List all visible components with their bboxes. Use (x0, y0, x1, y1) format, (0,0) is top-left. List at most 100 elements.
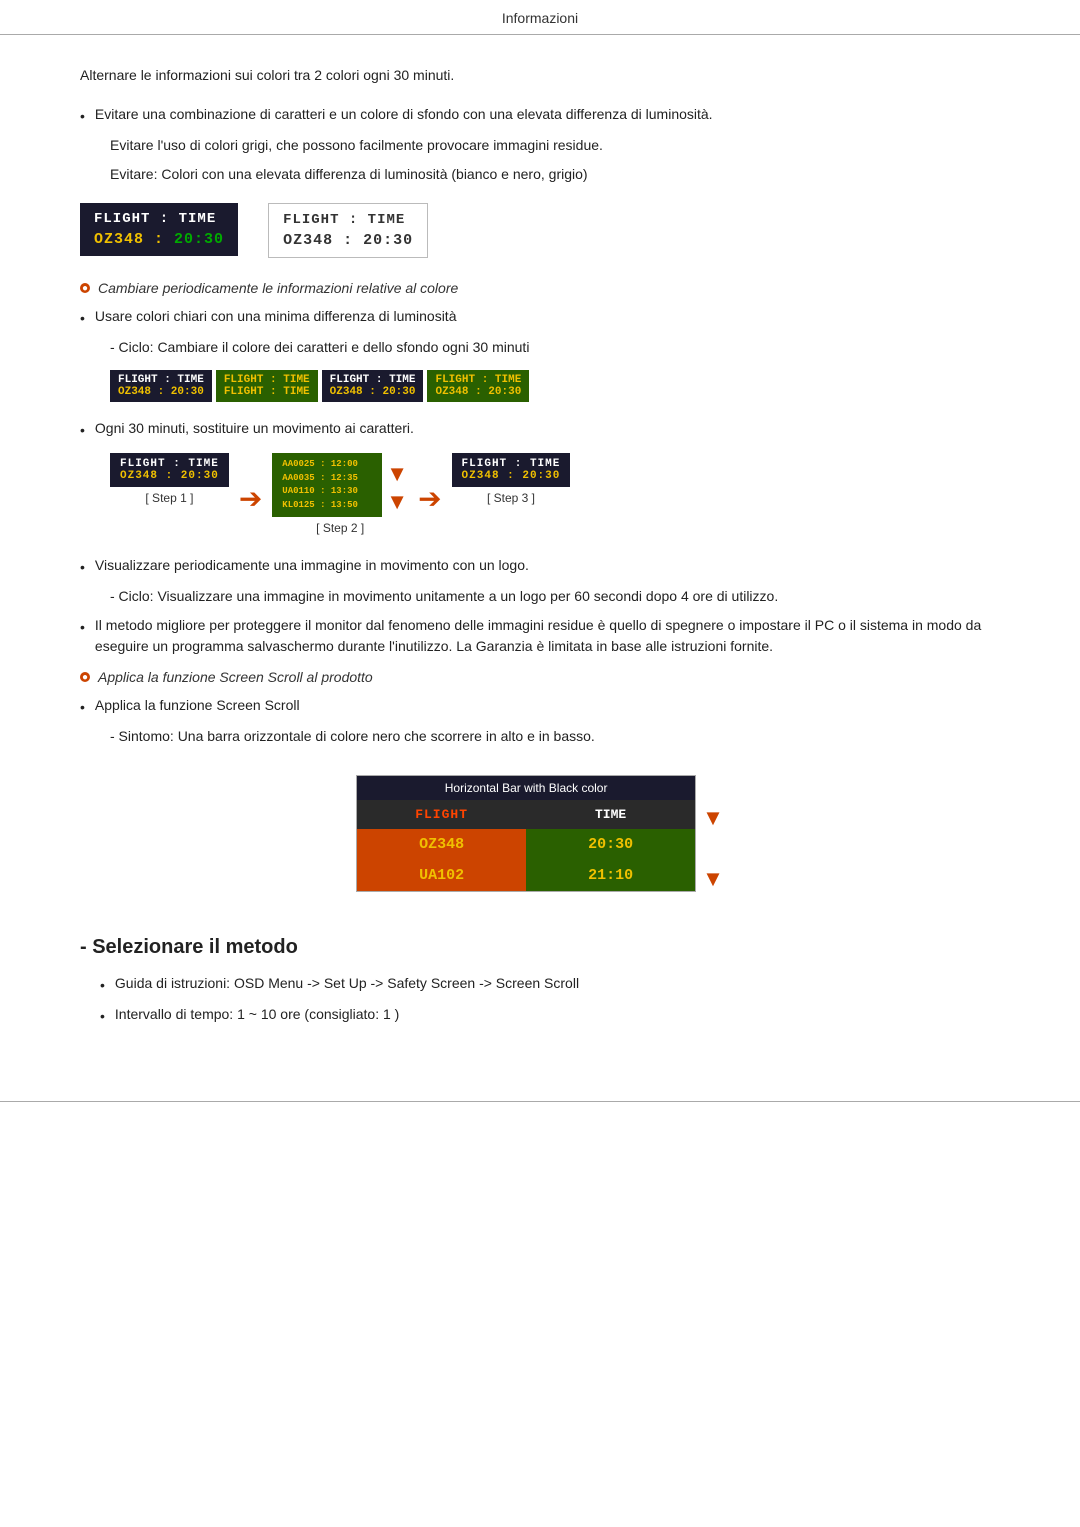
bullet-item-1: • Evitare una combinazione di caratteri … (80, 104, 1000, 127)
bullet-text-3: Ogni 30 minuti, sostituire un movimento … (95, 418, 414, 441)
bullet-item-6: • Applica la funzione Screen Scroll (80, 695, 1000, 718)
step1-label: [ Step 1 ] (145, 491, 193, 505)
bullet-text-4: Visualizzare periodicamente una immagine… (95, 555, 529, 578)
orange-circle-1: ● (80, 283, 90, 293)
method-section: - Selezionare il metodo • Guida di istru… (80, 936, 1000, 1027)
cycle-card-2: FLIGHT : TIME FLIGHT : TIME (216, 370, 318, 402)
step3-r2: OZ348 : 20:30 (462, 470, 561, 482)
two-cards-section: FLIGHT : TIME OZ348 : 20:30 FLIGHT : TIM… (80, 203, 1000, 258)
hbar-2110: 21:10 (526, 860, 695, 891)
cycle-indent-text: - Ciclo: Cambiare il colore dei caratter… (110, 337, 1000, 358)
cycle-card-3: FLIGHT : TIME OZ348 : 20:30 (322, 370, 424, 402)
method-dot-1: • (100, 975, 105, 996)
bullet-item-3: • Ogni 30 minuti, sostituire un moviment… (80, 418, 1000, 441)
cc3-row1: FLIGHT : TIME (330, 374, 416, 386)
cycle-card-4: FLIGHT : TIME OZ348 : 20:30 (427, 370, 529, 402)
hbar-header: Horizontal Bar with Black color (357, 776, 695, 800)
dark-card-time: 20:30 (174, 231, 224, 248)
light-card-row1: FLIGHT : TIME (283, 212, 413, 228)
bullet-dot-6: • (80, 697, 85, 718)
step2-r2: UA0110 : 13:30KL0125 : 13:50 (282, 485, 372, 512)
step3-card: FLIGHT : TIME OZ348 : 20:30 (452, 453, 571, 487)
page-content: Alternare le informazioni sui colori tra… (0, 35, 1080, 1081)
flight-card-light: FLIGHT : TIME OZ348 : 20:30 (268, 203, 428, 258)
step3-label: [ Step 3 ] (487, 491, 535, 505)
dark-card-row1: FLIGHT : TIME (94, 211, 224, 227)
down-arrow-2: ▼ (386, 491, 408, 513)
orange-bullet-text-1: Cambiare periodicamente le informazioni … (98, 280, 458, 296)
orange-bullet-section-1: ● Cambiare periodicamente le informazion… (80, 280, 1000, 296)
step1-card: FLIGHT : TIME OZ348 : 20:30 (110, 453, 229, 487)
hbar-label-row: FLIGHT TIME (357, 800, 695, 829)
cycle-cards-section: FLIGHT : TIME OZ348 : 20:30 FLIGHT : TIM… (110, 370, 1000, 402)
step3-r1: FLIGHT : TIME (462, 458, 561, 470)
bullet-text-6: Applica la funzione Screen Scroll (95, 695, 300, 718)
method-dot-2: • (100, 1006, 105, 1027)
indent-text-2: Evitare: Colori con una elevata differen… (110, 164, 1000, 185)
indent-text-6: - Sintomo: Una barra orizzontale di colo… (110, 726, 1000, 747)
flight-card-dark: FLIGHT : TIME OZ348 : 20:30 (80, 203, 238, 256)
dark-card-row2: OZ348 : 20:30 (94, 231, 224, 248)
bullet-dot-4: • (80, 557, 85, 578)
bullet-item-4: • Visualizzare periodicamente una immagi… (80, 555, 1000, 578)
hbar-wrapper: Horizontal Bar with Black color FLIGHT T… (356, 761, 724, 906)
dark-card-sep: : (154, 231, 174, 248)
steps-row: FLIGHT : TIME OZ348 : 20:30 [ Step 1 ] ➔… (110, 453, 1000, 535)
step2-r1: AA0025 : 12:00AA0035 : 12:35 (282, 458, 372, 485)
bullet-item-2: • Usare colori chiari con una minima dif… (80, 306, 1000, 329)
cc1-row2: OZ348 : 20:30 (118, 386, 204, 398)
hbar-header-text: Horizontal Bar with Black color (445, 781, 608, 795)
step-block-3: FLIGHT : TIME OZ348 : 20:30 [ Step 3 ] (452, 453, 571, 505)
bullet-text-2: Usare colori chiari con una minima diffe… (95, 306, 457, 329)
hbar-data-row-2: UA102 21:10 (357, 860, 695, 891)
step1-r2: OZ348 : 20:30 (120, 470, 219, 482)
hbar-arrow-1: ▼ (702, 807, 724, 829)
method-bullet-1: • Guida di istruzioni: OSD Menu -> Set U… (100, 973, 1000, 996)
hbar-oz348: OZ348 (357, 829, 526, 860)
bullet-dot-5: • (80, 617, 85, 657)
cc2-row2: FLIGHT : TIME (224, 386, 310, 398)
hbar-ua102: UA102 (357, 860, 526, 891)
step-block-2: AA0025 : 12:00AA0035 : 12:35 UA0110 : 13… (272, 453, 408, 535)
method-text-2: Intervallo di tempo: 1 ~ 10 ore (consigl… (115, 1004, 399, 1027)
cc3-row2: OZ348 : 20:30 (330, 386, 416, 398)
light-card-row2: OZ348 : 20:30 (283, 232, 413, 249)
step1-r1: FLIGHT : TIME (120, 458, 219, 470)
step2-label: [ Step 2 ] (316, 521, 364, 535)
cc2-row1: FLIGHT : TIME (224, 374, 310, 386)
cycle-card-1: FLIGHT : TIME OZ348 : 20:30 (110, 370, 212, 402)
method-title: - Selezionare il metodo (80, 936, 1000, 959)
arrow-2: ➔ (418, 485, 441, 513)
bullet-dot-3: • (80, 420, 85, 441)
method-text-1: Guida di istruzioni: OSD Menu -> Set Up … (115, 973, 579, 996)
down-arrow-1: ▼ (386, 463, 408, 485)
step2-arrows: ▼ ▼ (386, 458, 408, 517)
indent-text-1: Evitare l'uso di colori grigi, che posso… (110, 135, 1000, 156)
cc1-row1: FLIGHT : TIME (118, 374, 204, 386)
hbar-2030: 20:30 (526, 829, 695, 860)
bullet-dot-1: • (80, 106, 85, 127)
orange-bullet-section-2: ● Applica la funzione Screen Scroll al p… (80, 669, 1000, 685)
bullet-text-1: Evitare una combinazione di caratteri e … (95, 104, 713, 127)
header-title: Informazioni (502, 10, 578, 26)
hbar-time-label: TIME (526, 800, 695, 829)
orange-circle-2: ● (80, 672, 90, 682)
hbar-arrow-2: ▼ (702, 868, 724, 890)
hbar-container: Horizontal Bar with Black color FLIGHT T… (356, 775, 696, 892)
method-bullet-2: • Intervallo di tempo: 1 ~ 10 ore (consi… (100, 1004, 1000, 1027)
bullet-item-5: • Il metodo migliore per proteggere il m… (80, 615, 1000, 657)
orange-bullet-text-2: Applica la funzione Screen Scroll al pro… (98, 669, 373, 685)
page-header: Informazioni (0, 0, 1080, 35)
page-footer (0, 1101, 1080, 1102)
dark-card-oz: OZ348 (94, 231, 144, 248)
bullet-text-5: Il metodo migliore per proteggere il mon… (95, 615, 1000, 657)
hbar-arrows: ▼ ▼ (696, 761, 724, 906)
indent-text-4: - Ciclo: Visualizzare una immagine in mo… (110, 586, 1000, 607)
hbar-data-row-1: OZ348 20:30 (357, 829, 695, 860)
step2-card: AA0025 : 12:00AA0035 : 12:35 UA0110 : 13… (272, 453, 382, 517)
step-block-1: FLIGHT : TIME OZ348 : 20:30 [ Step 1 ] (110, 453, 229, 505)
cc4-row2: OZ348 : 20:30 (435, 386, 521, 398)
bullet-dot-2: • (80, 308, 85, 329)
arrow-1: ➔ (239, 485, 262, 513)
cc4-row1: FLIGHT : TIME (435, 374, 521, 386)
